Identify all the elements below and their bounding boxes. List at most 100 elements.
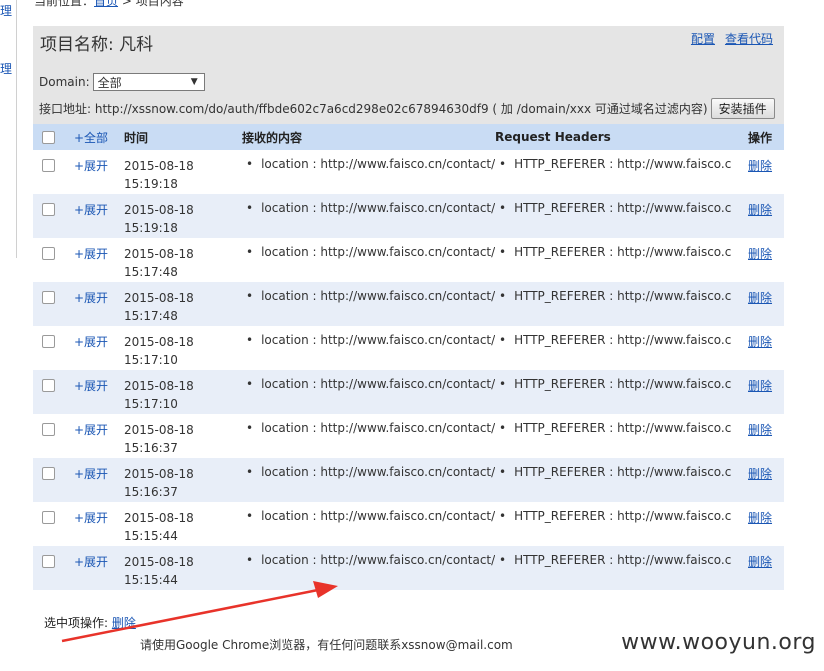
row-time: 15:19:18 [124,177,178,191]
row-checkbox[interactable] [42,159,55,172]
domain-selected-value: 全部 [97,75,122,90]
row-delete-link[interactable]: 删除 [748,247,772,261]
row-expand-link[interactable]: +展开 [74,335,108,349]
row-headers-cell: HTTP_REFERER : http://www.faisco.c [495,150,748,194]
row-content-cell: location : http://www.faisco.cn/contact/… [242,282,495,326]
domain-select[interactable]: 全部 ▼ [92,73,205,91]
row-checkbox-cell [33,238,74,282]
row-expand-link[interactable]: +展开 [74,247,108,261]
expand-all-link[interactable]: +全部 [74,131,108,145]
breadcrumb-prefix: 当前位置： [34,0,95,8]
row-content-cell: location : http://www.faisco.cn/contact/… [242,194,495,238]
row-ops-cell: 删除 [748,326,784,370]
row-content-cell: location : http://www.faisco.cn/contact/… [242,502,495,546]
row-time-cell: 2015-08-18 15:16:37 [124,414,242,458]
row-date: 2015-08-18 [124,291,194,305]
header-time: 时间 [124,124,242,150]
sidebar-char-1[interactable]: 理 [0,2,12,19]
row-header: HTTP_REFERER : http://www.faisco.c [495,157,748,171]
row-expand-link[interactable]: +展开 [74,159,108,173]
table-row: +展开 2015-08-18 15:19:18 location : http://w… [33,194,784,238]
row-delete-link[interactable]: 删除 [748,467,772,481]
api-address-text: 接口地址: http://xssnow.com/do/auth/ffbde602… [39,102,708,116]
row-headers-cell: HTTP_REFERER : http://www.faisco.c [495,502,748,546]
row-ops-cell: 删除 [748,458,784,502]
row-time: 15:17:48 [124,265,178,279]
row-checkbox-cell [33,502,74,546]
row-checkbox[interactable] [42,203,55,216]
row-content: location : http://www.faisco.cn/contact/… [242,509,495,523]
breadcrumb: 当前位置：首页 > 项目内容 [34,0,184,9]
row-expand-link[interactable]: +展开 [74,555,108,569]
row-date: 2015-08-18 [124,203,194,217]
row-delete-link[interactable]: 删除 [748,555,772,569]
row-checkbox[interactable] [42,423,55,436]
row-expand-link[interactable]: +展开 [74,511,108,525]
view-code-link[interactable]: 查看代码 [725,32,773,46]
row-checkbox[interactable] [42,511,55,524]
row-checkbox-cell [33,194,74,238]
row-delete-link[interactable]: 删除 [748,291,772,305]
row-headers-cell: HTTP_REFERER : http://www.faisco.c [495,282,748,326]
table-row: +展开 2015-08-18 15:17:48 location : http://w… [33,238,784,282]
row-ops-cell: 删除 [748,282,784,326]
row-content: location : http://www.faisco.cn/contact/… [242,465,495,479]
row-content: location : http://www.faisco.cn/contact/… [242,289,495,303]
row-delete-link[interactable]: 删除 [748,203,772,217]
row-checkbox[interactable] [42,291,55,304]
table-header-row: +全部 时间 接收的内容 Request Headers 操作 [33,124,784,150]
breadcrumb-home-link[interactable]: 首页 [94,0,118,8]
bulk-actions: 选中项操作: 删除 [44,614,136,631]
header-request-headers: Request Headers [495,124,748,150]
table-row: +展开 2015-08-18 15:16:37 location : http://w… [33,458,784,502]
row-checkbox[interactable] [42,379,55,392]
row-time: 15:15:44 [124,529,178,543]
row-delete-link[interactable]: 删除 [748,335,772,349]
row-content: location : http://www.faisco.cn/contact/… [242,245,495,259]
row-headers-cell: HTTP_REFERER : http://www.faisco.c [495,238,748,282]
row-header: HTTP_REFERER : http://www.faisco.c [495,289,748,303]
row-delete-link[interactable]: 删除 [748,159,772,173]
row-expand-link[interactable]: +展开 [74,379,108,393]
table-body: +展开 2015-08-18 15:19:18 location : http://w… [33,150,784,590]
row-time: 15:19:18 [124,221,178,235]
row-time-cell: 2015-08-18 15:19:18 [124,150,242,194]
row-header: HTTP_REFERER : http://www.faisco.c [495,333,748,347]
row-delete-link[interactable]: 删除 [748,511,772,525]
row-expand-cell: +展开 [74,414,124,458]
config-link[interactable]: 配置 [691,32,715,46]
chevron-down-icon: ▼ [190,77,198,87]
row-time-cell: 2015-08-18 15:17:10 [124,326,242,370]
row-content: location : http://www.faisco.cn/contact/… [242,157,495,171]
row-checkbox[interactable] [42,555,55,568]
row-time-cell: 2015-08-18 15:17:48 [124,282,242,326]
row-checkbox[interactable] [42,335,55,348]
table-row: +展开 2015-08-18 15:19:18 location : http://w… [33,150,784,194]
row-content-cell: location : http://www.faisco.cn/contact/… [242,150,495,194]
row-headers-cell: HTTP_REFERER : http://www.faisco.c [495,458,748,502]
sidebar-char-2[interactable]: 理 [0,60,12,77]
row-time: 15:17:48 [124,309,178,323]
table-row: +展开 2015-08-18 15:17:10 location : http://w… [33,370,784,414]
row-expand-cell: +展开 [74,238,124,282]
row-content-cell: location : http://www.faisco.cn/contact/… [242,238,495,282]
row-expand-link[interactable]: +展开 [74,291,108,305]
install-plugin-button[interactable]: 安装插件 [710,98,775,119]
row-delete-link[interactable]: 删除 [748,423,772,437]
row-header: HTTP_REFERER : http://www.faisco.c [495,245,748,259]
row-expand-link[interactable]: +展开 [74,203,108,217]
row-ops-cell: 删除 [748,370,784,414]
row-expand-link[interactable]: +展开 [74,423,108,437]
row-content: location : http://www.faisco.cn/contact/… [242,553,495,567]
table-row: +展开 2015-08-18 15:15:44 location : http://w… [33,502,784,546]
bulk-delete-link[interactable]: 删除 [112,616,136,630]
row-expand-cell: +展开 [74,150,124,194]
select-all-checkbox[interactable] [42,131,55,144]
breadcrumb-sep: > [118,0,136,8]
row-delete-link[interactable]: 删除 [748,379,772,393]
row-checkbox[interactable] [42,467,55,480]
row-expand-cell: +展开 [74,194,124,238]
row-header: HTTP_REFERER : http://www.faisco.c [495,377,748,391]
row-expand-link[interactable]: +展开 [74,467,108,481]
row-checkbox[interactable] [42,247,55,260]
